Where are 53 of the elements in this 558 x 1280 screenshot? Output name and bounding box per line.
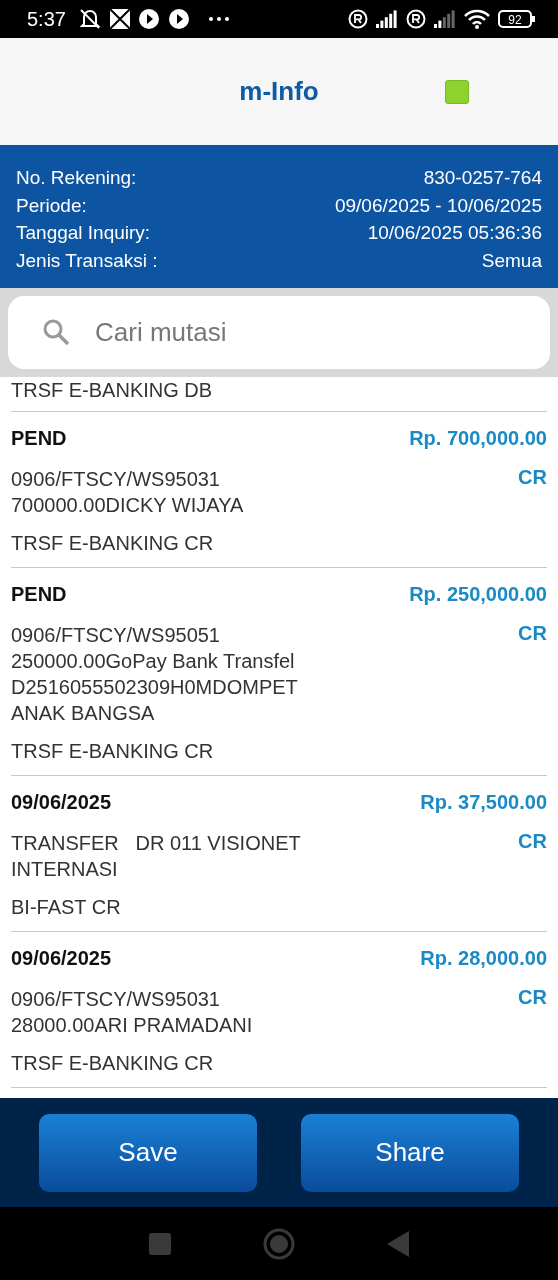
bell-muted-icon [77,8,102,30]
info-value: 10/06/2025 05:36:36 [367,221,542,245]
transaction-channel: TRSF E-BANKING CR [11,1052,215,1075]
transaction-description: 0906/FTSCY/WS95031 28000.00ARI PRAMADANI [11,987,253,1038]
info-value: 09/06/2025 - 10/06/2025 [334,193,542,218]
recents-icon[interactable] [149,1232,171,1255]
transaction-date: PEND [11,427,67,450]
signal-icon [434,10,456,28]
transaction-description: 0906/FTSCY/WS95031 700000.00DICKY WIJAYA [11,467,244,518]
home-icon[interactable] [263,1227,295,1260]
app-icon [109,9,130,29]
transaction-date: 09/06/2025 [11,947,112,970]
signal-icon [376,10,398,28]
info-label: Tanggal Inquiry: [16,221,151,245]
transaction-channel: TRSF E-BANKING DB [11,379,213,401]
transaction-description: 0906/FTSCY/WS95051 250000.00GoPay Bank Transfel D2516055502309H0MDOMPET ANAK BANGSA [11,623,298,726]
search-field[interactable]: Cari mutasi [8,296,550,369]
search-icon [42,318,70,346]
roaming-icon [348,9,368,29]
transaction-amount: Rp. 37,500.00 [420,791,547,814]
back-icon[interactable] [387,1230,409,1257]
transaction-channel: BI-FAST CR [11,896,122,919]
info-label: Jenis Transaksi : [16,248,158,273]
status-time: 5:37 [27,7,66,31]
action-button[interactable]: Share [301,1113,519,1192]
transaction-amount: Rp. 28,000.00 [420,947,547,970]
status-square [445,80,469,104]
roaming-icon [406,9,426,29]
more-icon [207,16,230,22]
transaction-amount: Rp. 250,000.00 [409,583,547,606]
transaction-type: CR [518,986,547,1009]
info-label: No. Rekening: [16,166,137,190]
transaction-item[interactable]: 09/06/2025 Rp. 37,500.00 TRANSFER DR 011 VISIONET INTERNASI CR BI-FAST CR [11,776,547,932]
transaction-item[interactable]: PEND Rp. 250,000.00 0906/FTSCY/WS95051 250000.00GoPay Bank Transfel D2516055502309H0MDOMPET ANAK BANGSA CR TRSF E-BANKING CR [11,568,547,776]
transaction-type: CR [518,830,547,853]
transaction-amount: Rp. 700,000.00 [409,427,547,450]
info-value: Semua [481,248,542,273]
transaction-channel: TRSF E-BANKING CR [11,740,215,763]
play-icon [167,8,190,30]
transaction-type: CR [518,466,547,489]
play-icon [137,8,160,30]
transaction-date: PEND [11,583,67,606]
action-button[interactable]: Save [39,1113,257,1192]
transaction-date: 09/06/2025 [11,791,112,814]
transaction-type: CR [518,622,547,645]
transaction-item[interactable]: 09/06/2025 Rp. 28,000.00 0906/FTSCY/WS95031 28000.00ARI PRAMADANI CR TRSF E-BANKING CR [11,932,547,1088]
wifi-icon [464,9,490,29]
app-title: m-Info [239,76,319,107]
transaction-channel: TRSF E-BANKING CR [11,532,215,555]
info-value: 830-0257-764 [423,166,542,190]
transaction-item[interactable]: PEND Rp. 700,000.00 0906/FTSCY/WS95031 700000.00DICKY WIJAYA CR TRSF E-BANKING CR [11,412,547,568]
info-label: Periode: [16,193,87,218]
transaction-description: TRANSFER DR 011 VISIONET INTERNASI [11,831,301,882]
